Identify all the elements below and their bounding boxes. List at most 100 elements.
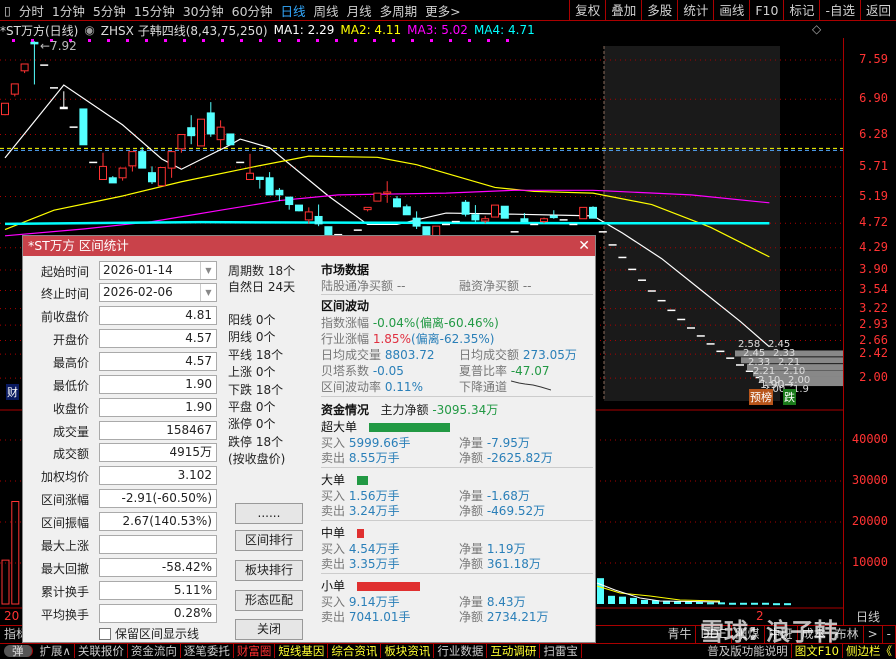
bottom-right-link[interactable]: 侧边栏《 [843,644,896,658]
candle-up[interactable] [118,167,127,179]
field-value[interactable]: 4915万 [99,443,217,463]
toolbar-button[interactable]: 返回 [859,0,896,21]
toolbar-button[interactable]: 叠加 [605,0,641,21]
candle-up[interactable] [216,126,225,141]
candle-down[interactable] [275,189,284,196]
indicator-dropdown-icon[interactable]: ◉ [84,23,94,37]
candle-down[interactable] [471,214,480,221]
candle-up[interactable] [1,102,9,116]
toolbar-button[interactable]: 多股 [641,0,677,21]
candle-up[interactable] [579,206,588,220]
volume-bar[interactable] [773,603,780,606]
field-value[interactable]: 4.57 [99,351,217,371]
candle-up[interactable] [363,206,372,211]
candle-down[interactable] [461,201,470,215]
candle-down[interactable] [226,133,235,146]
toolbar-button[interactable]: 统计 [677,0,713,21]
bottom-tab[interactable]: 短线基因 [275,644,329,658]
period-tab[interactable]: 1分钟 [48,1,89,20]
field-value[interactable]: 2.67(140.53%) [99,512,217,532]
candle-down[interactable] [295,204,303,212]
bottom-tab[interactable]: 扫雷宝 [540,644,582,658]
toolbar-button[interactable]: F10 [749,0,783,21]
field-value[interactable]: 3.102 [99,466,217,486]
volume-bar[interactable] [784,603,791,606]
candle-down[interactable] [500,205,509,219]
candle-down[interactable] [108,177,117,184]
close-icon[interactable]: ✕ [578,236,590,256]
diamond-icon[interactable]: ◇ [812,22,821,36]
dialog-button[interactable]: 关闭 [235,619,303,640]
volume-bar[interactable] [630,597,637,604]
volume-bar[interactable] [608,595,615,604]
period-tab[interactable]: 月线 [343,1,376,20]
field-value[interactable]: 4.57 [99,328,217,348]
candle-down[interactable] [314,215,323,225]
end-time-select[interactable]: 2026-02-06 ▼ [99,283,217,302]
candle-up[interactable] [481,218,490,222]
period-tab[interactable]: 60分钟 [228,1,277,20]
bottom-tab[interactable]: 互动调研 [487,644,541,658]
toolbar-toggle-icon[interactable]: ▯ [0,3,15,18]
period-tab[interactable]: 日线 [277,1,310,20]
period-tab[interactable]: 多周期 [376,1,422,20]
candle-up[interactable] [383,191,392,195]
checkbox-box[interactable] [99,627,111,640]
forecast-badge[interactable]: 预榜 [749,389,773,405]
volume-bar[interactable] [707,602,714,605]
candle-up[interactable] [373,192,382,202]
volume-bar[interactable] [597,578,604,604]
candle-down[interactable] [402,206,411,216]
toolbar-button[interactable]: 标记 [783,0,819,21]
dialog-button[interactable]: 形态匹配 [235,590,303,611]
period-tab[interactable]: 分时 [15,1,48,20]
volume-bar[interactable] [1,559,10,605]
candle-down[interactable] [520,218,529,223]
candle-up[interactable] [99,165,107,180]
chevron-down-icon[interactable]: ▼ [200,262,216,279]
volume-bar[interactable] [729,602,736,605]
candle-down[interactable] [255,176,264,180]
volume-bar[interactable] [718,602,725,605]
indicator-tab[interactable]: - [883,626,896,643]
bottom-tab[interactable]: 关联报价 [75,644,128,658]
field-value[interactable]: -58.42% [99,557,217,577]
indicator-name[interactable]: ZHSX 子韩四线(8,43,75,250) [101,22,268,39]
bottom-tab[interactable]: 综合资讯 [328,644,382,658]
dialog-titlebar[interactable]: *ST万方 区间统计 ✕ [23,236,595,256]
candle-down[interactable] [148,172,156,183]
field-value[interactable]: 158467 [99,420,217,440]
chevron-down-icon[interactable]: ▼ [200,284,216,301]
volume-bar[interactable] [696,601,703,604]
field-value[interactable]: 1.90 [99,397,217,417]
field-value[interactable] [99,535,217,554]
volume-bar[interactable] [11,501,20,605]
bottom-tab[interactable]: 板块资讯 [381,644,435,658]
candle-up[interactable] [167,151,176,169]
candle-down[interactable] [549,215,558,219]
candle-up[interactable] [10,83,19,95]
dialog-button[interactable]: ...... [235,503,303,524]
volume-bar[interactable] [751,602,758,605]
candle-up[interactable] [304,211,313,221]
candle-up[interactable] [246,172,254,180]
candle-down[interactable] [393,198,401,208]
candle-down[interactable] [422,226,431,236]
keep-lines-checkbox[interactable]: 保留区间显示线 [99,625,199,642]
volume-bar[interactable] [740,602,747,605]
field-value[interactable]: -2.91(-60.50%) [99,489,217,509]
candle-down[interactable] [589,206,597,219]
bottom-tab[interactable]: 扩展∧ [37,644,75,658]
candle-down[interactable] [138,151,147,169]
period-tab[interactable]: 15分钟 [130,1,179,20]
period-tab[interactable]: 5分钟 [89,1,130,20]
candle-down[interactable] [206,112,215,135]
bottom-tab[interactable]: 行业数据 [434,644,488,658]
candle-up[interactable] [20,63,29,72]
toolbar-button[interactable]: 复权 [569,0,605,21]
candle-up[interactable] [491,204,499,218]
start-time-select[interactable]: 2026-01-14 ▼ [99,261,217,280]
toolbar-button[interactable]: -自选 [819,0,860,21]
indicator-tab[interactable]: 青牛 [663,626,697,643]
bottom-tab[interactable]: 财富圈 [234,644,276,658]
